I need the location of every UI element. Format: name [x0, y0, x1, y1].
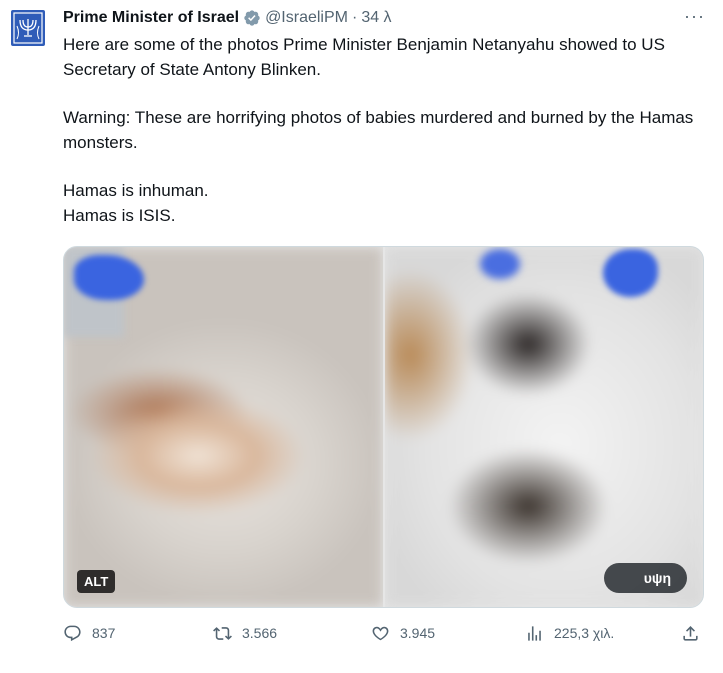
reply-button[interactable]: 837 [63, 624, 115, 643]
more-options-icon[interactable]: ··· [684, 6, 705, 27]
photo-2-blurred[interactable]: υψη [385, 247, 703, 607]
timestamp[interactable]: 34 λ [361, 9, 391, 27]
views-button[interactable]: 225,3 χιλ. [525, 624, 614, 643]
verified-badge-icon[interactable] [243, 9, 261, 27]
share-button[interactable] [681, 624, 700, 643]
tweet-paragraph: Hamas is ISIS. [63, 206, 176, 225]
reply-icon [64, 625, 81, 641]
tweet[interactable]: Prime Minister of Israel @IsraeliPM · 34… [0, 0, 723, 673]
tweet-text: Here are some of the photos Prime Minist… [63, 32, 703, 228]
like-button[interactable]: 3.945 [371, 624, 435, 643]
handle[interactable]: @IsraeliPM [265, 9, 348, 27]
tweet-paragraph: Hamas is inhuman. [63, 181, 209, 200]
like-count: 3.945 [400, 625, 436, 641]
tweet-paragraph: Warning: These are horrifying photos of … [63, 108, 694, 152]
separator-dot: · [351, 9, 358, 26]
avatar[interactable] [8, 8, 48, 48]
tweet-header: Prime Minister of Israel @IsraeliPM · 34… [63, 6, 705, 30]
media-grid: ALT υψη [63, 246, 704, 608]
views-count: 225,3 χιλ. [554, 625, 615, 641]
share-icon [683, 625, 698, 641]
alt-badge[interactable]: ALT [77, 570, 116, 593]
state-emblem-icon [11, 10, 45, 46]
retweet-icon [213, 626, 232, 640]
retweet-button[interactable]: 3.566 [213, 624, 277, 643]
reply-count: 837 [92, 625, 116, 641]
display-name[interactable]: Prime Minister of Israel [63, 9, 239, 27]
photo-1-blurred[interactable]: ALT [64, 247, 383, 607]
tweet-paragraph: Here are some of the photos Prime Minist… [63, 35, 665, 79]
heart-icon [372, 626, 389, 640]
retweet-count: 3.566 [242, 625, 278, 641]
tweet-actions: 837 3.566 3.945 225,3 χιλ. [63, 618, 703, 648]
show-media-button[interactable]: υψη [603, 563, 687, 593]
analytics-icon [528, 625, 541, 641]
